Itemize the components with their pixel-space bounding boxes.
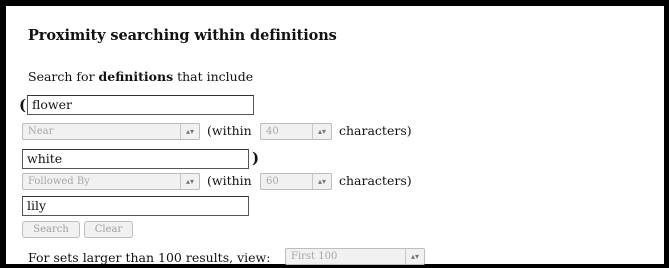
updown-arrow-icon: ▴▾	[312, 124, 331, 139]
close-paren: )	[252, 149, 260, 167]
view-results-select[interactable]: First 100 ▴▾	[285, 248, 425, 265]
page-title: Proximity searching within definitions	[28, 27, 337, 44]
open-paren: (	[19, 96, 27, 114]
distance2-selected: 60	[266, 176, 279, 187]
within-label-2: (within	[207, 173, 252, 188]
updown-arrow-icon: ▴▾	[180, 174, 199, 189]
operator2-select[interactable]: Followed By ▴▾	[22, 173, 200, 190]
updown-arrow-icon: ▴▾	[180, 124, 199, 139]
distance1-select[interactable]: 40 ▴▾	[260, 123, 332, 140]
view-results-selected: First 100	[291, 251, 338, 262]
term1-input[interactable]: flower	[27, 95, 254, 115]
operator1-selected: Near	[28, 126, 54, 137]
distance2-select[interactable]: 60 ▴▾	[260, 173, 332, 190]
clear-button[interactable]: Clear	[84, 221, 133, 238]
term3-input[interactable]: lily	[22, 196, 249, 216]
intro-suffix: that include	[173, 69, 254, 84]
characters-label-2: characters)	[339, 173, 412, 188]
updown-arrow-icon: ▴▾	[312, 174, 331, 189]
operator1-select[interactable]: Near ▴▾	[22, 123, 200, 140]
updown-arrow-icon: ▴▾	[405, 249, 424, 264]
within-label-1: (within	[207, 123, 252, 138]
characters-label-1: characters)	[339, 123, 412, 138]
intro-prefix: Search for	[28, 69, 99, 84]
operator2-selected: Followed By	[28, 176, 90, 187]
intro-bold-term: definitions	[98, 69, 174, 84]
view-results-label: For sets larger than 100 results, view:	[28, 250, 271, 265]
search-intro: Search for definitions that include	[28, 69, 253, 84]
search-button[interactable]: Search	[22, 221, 80, 238]
term2-input[interactable]: white	[22, 149, 249, 169]
distance1-selected: 40	[266, 126, 279, 137]
dialog-frame: Proximity searching within definitions S…	[0, 0, 669, 268]
